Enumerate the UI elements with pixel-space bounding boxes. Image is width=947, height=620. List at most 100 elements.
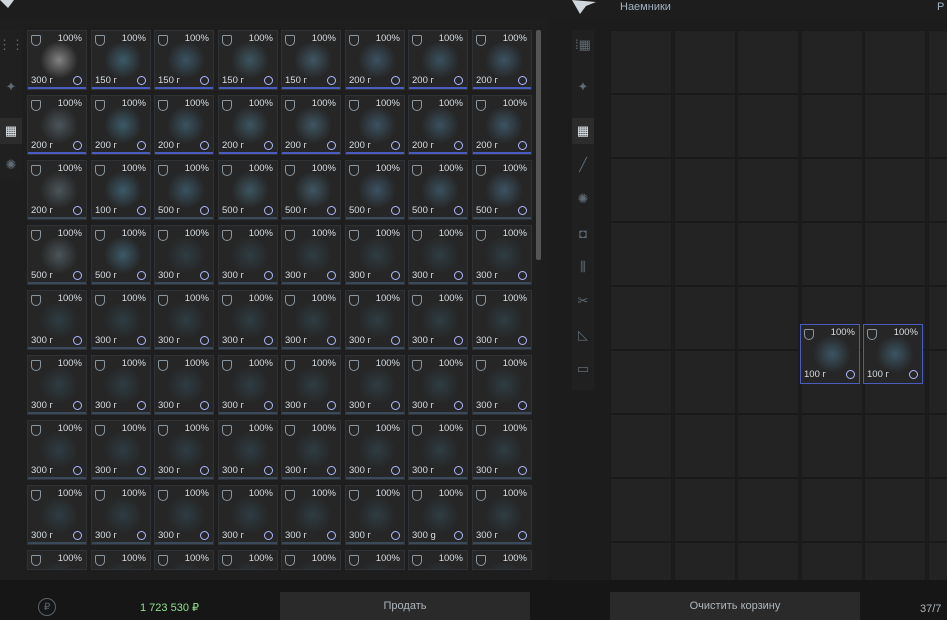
cart-slot[interactable] <box>610 158 672 222</box>
cart-slot[interactable] <box>673 414 736 478</box>
inventory-item[interactable]: 100% 300 г <box>472 290 532 350</box>
inventory-item[interactable]: 100% 200 г <box>91 95 151 155</box>
cart-slot[interactable] <box>737 478 799 542</box>
cart-slot[interactable] <box>927 286 947 350</box>
cart-slot[interactable] <box>927 222 947 286</box>
cart-slot[interactable] <box>673 30 736 94</box>
inventory-item[interactable]: 100% 500 г <box>472 160 532 220</box>
cart-slot[interactable] <box>864 30 926 94</box>
inventory-item[interactable]: 100% 300 g <box>408 485 468 545</box>
cart-slot[interactable] <box>673 286 736 350</box>
inventory-item[interactable]: 100% 200 г <box>408 95 468 155</box>
inventory-item[interactable]: 100% 500 г <box>408 160 468 220</box>
inventory-item[interactable]: 100% 500 г <box>91 225 151 285</box>
rifle-icon[interactable]: ╱ <box>572 152 594 178</box>
inventory-item[interactable]: 100% 300 г <box>27 420 87 480</box>
inventory-item[interactable]: 100% 300 г <box>408 355 468 415</box>
cart-slot[interactable] <box>864 222 926 286</box>
inventory-item[interactable]: 100% 200 г <box>472 95 532 155</box>
cart-slot[interactable] <box>610 222 672 286</box>
inventory-item[interactable]: 100% 300 г <box>472 420 532 480</box>
cart-slot[interactable] <box>800 94 863 158</box>
cart-slot[interactable] <box>673 222 736 286</box>
inventory-item[interactable]: 100% 300 г <box>281 355 341 415</box>
cart-slot[interactable] <box>673 350 736 414</box>
cart-slot[interactable] <box>673 158 736 222</box>
inventory-item[interactable]: 100% 300 г <box>27 30 87 90</box>
inventory-item[interactable]: 100% 300 г <box>218 225 278 285</box>
inventory-item[interactable]: 100% 300 г <box>154 420 214 480</box>
inventory-item[interactable]: 100% 300 г <box>345 420 405 480</box>
cart-slot[interactable] <box>610 30 672 94</box>
inventory-item[interactable]: 100% 200 г <box>345 30 405 90</box>
cart-slot[interactable] <box>864 478 926 542</box>
inventory-item[interactable]: 100% 300 г <box>154 290 214 350</box>
inventory-item[interactable]: 100% <box>281 550 341 570</box>
cart-slot[interactable] <box>864 158 926 222</box>
inventory-item[interactable]: 100% 300 г <box>345 225 405 285</box>
inventory-item[interactable]: 100% 300 г <box>91 355 151 415</box>
blueprint-icon[interactable]: ◺ <box>572 322 594 348</box>
inventory-item[interactable]: 100% <box>472 550 532 570</box>
inventory-item[interactable]: 100% 300 г <box>27 485 87 545</box>
inventory-item[interactable]: 100% 300 г <box>154 485 214 545</box>
cart-item[interactable]: 100% 100 г <box>800 324 860 384</box>
bars-icon[interactable]: ⫼ <box>572 254 594 280</box>
inventory-item[interactable]: 100% 500 г <box>281 160 341 220</box>
cart-slot[interactable] <box>610 350 672 414</box>
grid-icon[interactable]: ▦ <box>0 118 22 144</box>
inventory-item[interactable]: 100% 300 г <box>472 355 532 415</box>
cart-slot[interactable] <box>927 30 947 94</box>
star-icon[interactable]: ✦ <box>572 74 594 100</box>
inventory-item[interactable]: 100% 300 г <box>345 485 405 545</box>
inventory-item[interactable]: 100% 300 г <box>408 290 468 350</box>
cart-slot[interactable] <box>610 478 672 542</box>
inventory-item[interactable]: 100% 300 г <box>27 355 87 415</box>
inventory-item[interactable]: 100% 300 г <box>27 290 87 350</box>
cart-slot[interactable] <box>610 286 672 350</box>
cart-slot[interactable] <box>800 222 863 286</box>
inventory-item[interactable]: 100% 300 г <box>281 420 341 480</box>
inventory-item[interactable]: 100% 200 г <box>472 30 532 90</box>
inventory-item[interactable]: 100% 300 г <box>281 290 341 350</box>
inventory-item[interactable]: 100% 300 г <box>154 355 214 415</box>
inventory-item[interactable]: 100% 150 г <box>91 30 151 90</box>
grid-small-icon[interactable]: ⋮⋮ <box>0 32 24 58</box>
star-icon[interactable]: ✦ <box>0 74 22 100</box>
cart-slot[interactable] <box>737 158 799 222</box>
inventory-item[interactable]: 100% <box>345 550 405 570</box>
inventory-item[interactable]: 100% 300 г <box>472 485 532 545</box>
cart-slot[interactable] <box>737 94 799 158</box>
inventory-item[interactable]: 100% 150 г <box>154 30 214 90</box>
inventory-item[interactable]: 100% 500 г <box>27 225 87 285</box>
cart-slot[interactable] <box>927 94 947 158</box>
cart-slot[interactable] <box>673 478 736 542</box>
inventory-item[interactable]: 100% 200 г <box>218 95 278 155</box>
inventory-item[interactable]: 100% 500 г <box>154 160 214 220</box>
inventory-item[interactable]: 100% 500 г <box>345 160 405 220</box>
inventory-item[interactable]: 100% <box>218 550 278 570</box>
cart-slot[interactable] <box>800 30 863 94</box>
inventory-scrollbar[interactable] <box>536 30 541 260</box>
camera-icon[interactable]: ◘ <box>572 220 594 246</box>
inventory-item[interactable]: 100% <box>154 550 214 570</box>
inventory-item[interactable]: 100% 300 г <box>408 225 468 285</box>
inventory-item[interactable]: 100% <box>91 550 151 570</box>
inventory-item[interactable]: 100% 200 г <box>408 30 468 90</box>
inventory-item[interactable]: 100% 300 г <box>408 420 468 480</box>
cart-slot[interactable] <box>927 414 947 478</box>
cart-slot[interactable] <box>800 414 863 478</box>
inventory-item[interactable]: 100% 300 г <box>218 355 278 415</box>
cart-slot[interactable] <box>737 286 799 350</box>
cart-slot[interactable] <box>927 350 947 414</box>
inventory-item[interactable]: 100% 300 г <box>91 420 151 480</box>
slots-icon[interactable]: ⁞▦ <box>572 32 594 58</box>
grid-icon[interactable]: ▦ <box>572 118 594 144</box>
cart-slot[interactable] <box>800 478 863 542</box>
inventory-item[interactable]: 100% 300 г <box>281 485 341 545</box>
cart-slot[interactable] <box>927 478 947 542</box>
cart-slot[interactable] <box>610 94 672 158</box>
inventory-item[interactable]: 100% 150 г <box>281 30 341 90</box>
cart-slot[interactable] <box>864 414 926 478</box>
inventory-item[interactable]: 100% 300 г <box>218 420 278 480</box>
